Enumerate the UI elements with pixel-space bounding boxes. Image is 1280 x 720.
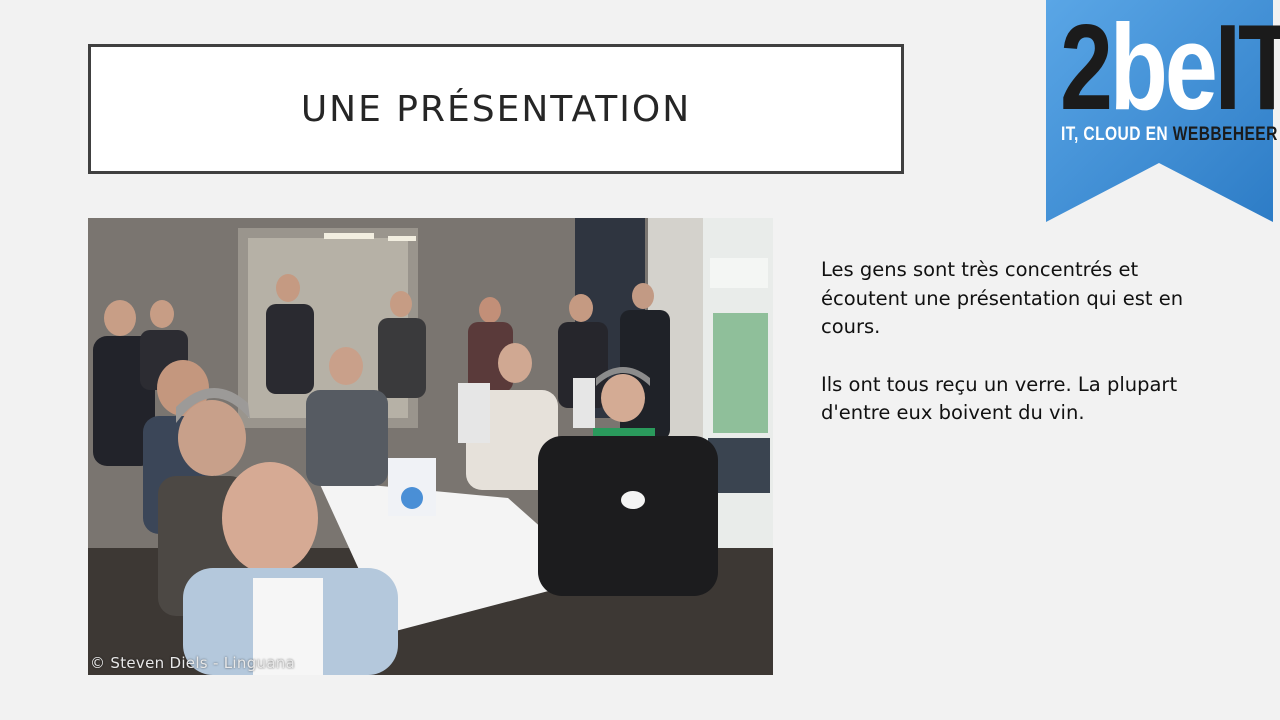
logo-tagline-main: IT, CLOUD EN (1061, 124, 1173, 145)
logo-number: 2 (1060, 0, 1113, 135)
logo-be: be (1109, 0, 1218, 135)
logo-tagline-accent: WEBBEHEER (1172, 124, 1278, 145)
logo-wordmark: 2beIT (1060, 6, 1280, 128)
logo-it: IT (1214, 0, 1280, 135)
slide-title-box: UNE PRÉSENTATION (88, 44, 904, 174)
event-photo: © Steven Diels - Linguana (88, 218, 773, 675)
photo-credit: © Steven Diels - Linguana (90, 654, 296, 672)
event-photo-illustration (88, 218, 773, 675)
slide-body: Les gens sont très concentrés et écouten… (821, 256, 1221, 457)
paragraph-1: Les gens sont très concentrés et écouten… (821, 258, 1184, 338)
brand-ribbon-logo: 2beIT IT, CLOUD EN WEBBEHEER (1046, 0, 1280, 222)
logo-tagline: IT, CLOUD EN WEBBEHEER (1061, 124, 1278, 146)
slide-title: UNE PRÉSENTATION (300, 88, 692, 130)
paragraph-2: Ils ont tous reçu un verre. La plupart d… (821, 372, 1178, 425)
